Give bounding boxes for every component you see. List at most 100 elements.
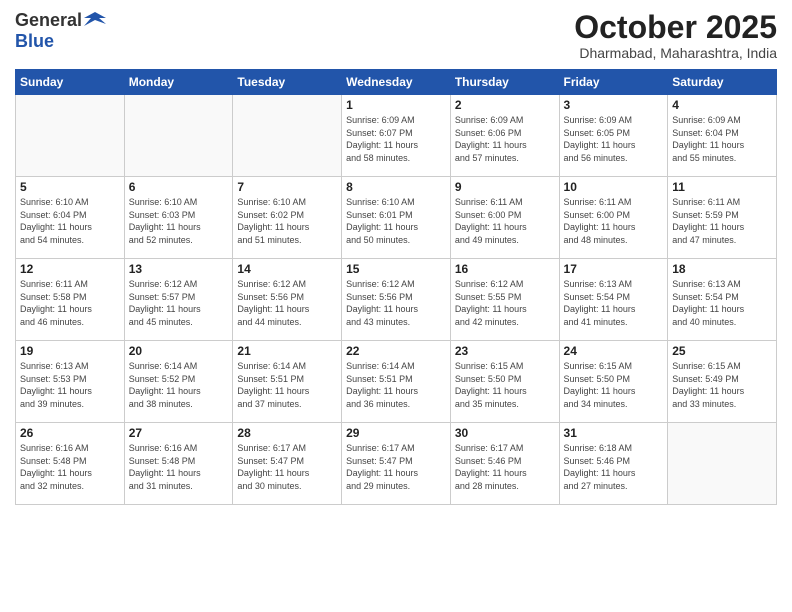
- calendar-cell: 29 Sunrise: 6:17 AM Sunset: 5:47 PM Dayli…: [342, 423, 451, 505]
- day-info: Sunrise: 6:13 AM Sunset: 5:54 PM Dayligh…: [672, 278, 772, 328]
- day-info: Sunrise: 6:10 AM Sunset: 6:02 PM Dayligh…: [237, 196, 337, 246]
- calendar-cell: 18 Sunrise: 6:13 AM Sunset: 5:54 PM Dayli…: [668, 259, 777, 341]
- calendar-week-5: 26 Sunrise: 6:16 AM Sunset: 5:48 PM Dayli…: [16, 423, 777, 505]
- calendar-cell: 4Sunrise: 6:09 AM Sunset: 6:04 PM Daylig…: [668, 95, 777, 177]
- day-number: 13: [129, 262, 229, 276]
- day-info: Sunrise: 6:11 AM Sunset: 5:58 PM Dayligh…: [20, 278, 120, 328]
- day-number: 20: [129, 344, 229, 358]
- calendar-week-4: 19Sunrise: 6:13 AM Sunset: 5:53 PM Dayli…: [16, 341, 777, 423]
- day-number: 8: [346, 180, 446, 194]
- location-text: Dharmabad, Maharashtra, India: [574, 45, 777, 61]
- day-info: Sunrise: 6:15 AM Sunset: 5:50 PM Dayligh…: [455, 360, 555, 410]
- day-info: Sunrise: 6:10 AM Sunset: 6:04 PM Dayligh…: [20, 196, 120, 246]
- calendar-cell: 3 Sunrise: 6:09 AM Sunset: 6:05 PM Daylig…: [559, 95, 668, 177]
- day-info: Sunrise: 6:10 AM Sunset: 6:03 PM Dayligh…: [129, 196, 229, 246]
- day-number: 23: [455, 344, 555, 358]
- calendar-cell: 22Sunrise: 6:14 AM Sunset: 5:51 PM Dayli…: [342, 341, 451, 423]
- title-block: October 2025 Dharmabad, Maharashtra, Ind…: [574, 10, 777, 61]
- day-number: 18: [672, 262, 772, 276]
- day-info: Sunrise: 6:17 AM Sunset: 5:47 PM Dayligh…: [237, 442, 337, 492]
- calendar-cell: 5 Sunrise: 6:10 AM Sunset: 6:04 PM Daylig…: [16, 177, 125, 259]
- day-info: Sunrise: 6:14 AM Sunset: 5:52 PM Dayligh…: [129, 360, 229, 410]
- day-info: Sunrise: 6:11 AM Sunset: 6:00 PM Dayligh…: [564, 196, 664, 246]
- calendar-cell: 1 Sunrise: 6:09 AM Sunset: 6:07 PM Daylig…: [342, 95, 451, 177]
- day-number: 11: [672, 180, 772, 194]
- day-number: 30: [455, 426, 555, 440]
- logo-blue-text: Blue: [15, 32, 106, 52]
- day-number: 5: [20, 180, 120, 194]
- day-info: Sunrise: 6:17 AM Sunset: 5:47 PM Dayligh…: [346, 442, 446, 492]
- day-info: Sunrise: 6:12 AM Sunset: 5:57 PM Dayligh…: [129, 278, 229, 328]
- day-number: 29: [346, 426, 446, 440]
- calendar-cell: 16Sunrise: 6:12 AM Sunset: 5:55 PM Dayli…: [450, 259, 559, 341]
- day-number: 19: [20, 344, 120, 358]
- calendar-cell: [668, 423, 777, 505]
- calendar-cell: 23 Sunrise: 6:15 AM Sunset: 5:50 PM Dayli…: [450, 341, 559, 423]
- calendar-week-2: 5 Sunrise: 6:10 AM Sunset: 6:04 PM Daylig…: [16, 177, 777, 259]
- calendar-header-row: SundayMondayTuesdayWednesdayThursdayFrid…: [16, 70, 777, 95]
- calendar-cell: 26Sunrise: 6:16 AM Sunset: 5:48 PM Dayli…: [16, 423, 125, 505]
- calendar-cell: 21 Sunrise: 6:14 AM Sunset: 5:51 PM Dayli…: [233, 341, 342, 423]
- calendar-table: SundayMondayTuesdayWednesdayThursdayFrid…: [15, 69, 777, 505]
- day-info: Sunrise: 6:12 AM Sunset: 5:55 PM Dayligh…: [455, 278, 555, 328]
- day-number: 26: [20, 426, 120, 440]
- calendar-cell: 24 Sunrise: 6:15 AM Sunset: 5:50 PM Dayli…: [559, 341, 668, 423]
- day-info: Sunrise: 6:15 AM Sunset: 5:50 PM Dayligh…: [564, 360, 664, 410]
- day-info: Sunrise: 6:12 AM Sunset: 5:56 PM Dayligh…: [237, 278, 337, 328]
- calendar-cell: 9 Sunrise: 6:11 AM Sunset: 6:00 PM Daylig…: [450, 177, 559, 259]
- calendar-weekday-wednesday: Wednesday: [342, 70, 451, 95]
- day-number: 31: [564, 426, 664, 440]
- day-number: 14: [237, 262, 337, 276]
- calendar-cell: [233, 95, 342, 177]
- day-number: 28: [237, 426, 337, 440]
- day-info: Sunrise: 6:13 AM Sunset: 5:54 PM Dayligh…: [564, 278, 664, 328]
- day-number: 22: [346, 344, 446, 358]
- calendar-cell: 7 Sunrise: 6:10 AM Sunset: 6:02 PM Daylig…: [233, 177, 342, 259]
- day-number: 6: [129, 180, 229, 194]
- day-number: 25: [672, 344, 772, 358]
- day-info: Sunrise: 6:18 AM Sunset: 5:46 PM Dayligh…: [564, 442, 664, 492]
- day-info: Sunrise: 6:09 AM Sunset: 6:07 PM Dayligh…: [346, 114, 446, 164]
- day-info: Sunrise: 6:16 AM Sunset: 5:48 PM Dayligh…: [129, 442, 229, 492]
- day-number: 24: [564, 344, 664, 358]
- header: General Blue October 2025 Dharmabad, Mah…: [15, 10, 777, 61]
- calendar-weekday-sunday: Sunday: [16, 70, 125, 95]
- day-number: 1: [346, 98, 446, 112]
- day-number: 7: [237, 180, 337, 194]
- calendar-cell: 14 Sunrise: 6:12 AM Sunset: 5:56 PM Dayli…: [233, 259, 342, 341]
- day-info: Sunrise: 6:10 AM Sunset: 6:01 PM Dayligh…: [346, 196, 446, 246]
- day-number: 17: [564, 262, 664, 276]
- calendar-cell: 27 Sunrise: 6:16 AM Sunset: 5:48 PM Dayli…: [124, 423, 233, 505]
- calendar-week-1: 1 Sunrise: 6:09 AM Sunset: 6:07 PM Daylig…: [16, 95, 777, 177]
- calendar-cell: 11Sunrise: 6:11 AM Sunset: 5:59 PM Dayli…: [668, 177, 777, 259]
- day-number: 15: [346, 262, 446, 276]
- calendar-cell: 8 Sunrise: 6:10 AM Sunset: 6:01 PM Daylig…: [342, 177, 451, 259]
- calendar-cell: [124, 95, 233, 177]
- month-title: October 2025: [574, 10, 777, 45]
- day-info: Sunrise: 6:14 AM Sunset: 5:51 PM Dayligh…: [237, 360, 337, 410]
- day-number: 27: [129, 426, 229, 440]
- calendar-weekday-monday: Monday: [124, 70, 233, 95]
- day-number: 4: [672, 98, 772, 112]
- calendar-cell: 25Sunrise: 6:15 AM Sunset: 5:49 PM Dayli…: [668, 341, 777, 423]
- calendar-cell: 20 Sunrise: 6:14 AM Sunset: 5:52 PM Dayli…: [124, 341, 233, 423]
- day-info: Sunrise: 6:09 AM Sunset: 6:06 PM Dayligh…: [455, 114, 555, 164]
- day-number: 9: [455, 180, 555, 194]
- calendar-cell: 12 Sunrise: 6:11 AM Sunset: 5:58 PM Dayli…: [16, 259, 125, 341]
- day-number: 21: [237, 344, 337, 358]
- day-info: Sunrise: 6:11 AM Sunset: 6:00 PM Dayligh…: [455, 196, 555, 246]
- calendar-weekday-tuesday: Tuesday: [233, 70, 342, 95]
- calendar-cell: 13 Sunrise: 6:12 AM Sunset: 5:57 PM Dayli…: [124, 259, 233, 341]
- day-number: 3: [564, 98, 664, 112]
- day-number: 10: [564, 180, 664, 194]
- calendar-weekday-friday: Friday: [559, 70, 668, 95]
- calendar-cell: 6 Sunrise: 6:10 AM Sunset: 6:03 PM Daylig…: [124, 177, 233, 259]
- calendar-weekday-thursday: Thursday: [450, 70, 559, 95]
- day-info: Sunrise: 6:09 AM Sunset: 6:05 PM Dayligh…: [564, 114, 664, 164]
- calendar-cell: 30Sunrise: 6:17 AM Sunset: 5:46 PM Dayli…: [450, 423, 559, 505]
- day-number: 12: [20, 262, 120, 276]
- calendar-cell: 2Sunrise: 6:09 AM Sunset: 6:06 PM Daylig…: [450, 95, 559, 177]
- calendar-cell: 10 Sunrise: 6:11 AM Sunset: 6:00 PM Dayli…: [559, 177, 668, 259]
- calendar-week-3: 12 Sunrise: 6:11 AM Sunset: 5:58 PM Dayli…: [16, 259, 777, 341]
- calendar-cell: 31 Sunrise: 6:18 AM Sunset: 5:46 PM Dayli…: [559, 423, 668, 505]
